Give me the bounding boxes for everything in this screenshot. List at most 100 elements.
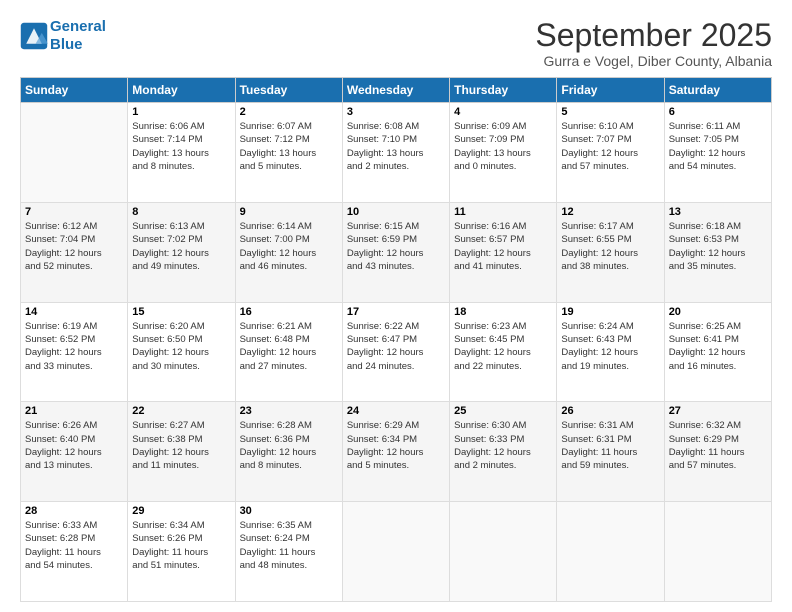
table-row: 3Sunrise: 6:08 AM Sunset: 7:10 PM Daylig… bbox=[342, 103, 449, 203]
day-info: Sunrise: 6:28 AM Sunset: 6:36 PM Dayligh… bbox=[240, 419, 338, 472]
day-number: 7 bbox=[25, 206, 123, 218]
day-number: 13 bbox=[669, 206, 767, 218]
logo-icon bbox=[20, 22, 48, 50]
table-row: 4Sunrise: 6:09 AM Sunset: 7:09 PM Daylig… bbox=[450, 103, 557, 203]
day-number: 25 bbox=[454, 405, 552, 417]
col-wednesday: Wednesday bbox=[342, 78, 449, 103]
table-row: 24 Sunrise: 6:29 AM Sunset: 6:34 PM Dayli… bbox=[342, 402, 449, 502]
header: General Blue September 2025 Gurra e Voge… bbox=[20, 18, 772, 69]
calendar-row: 1 Sunrise: 6:06 AM Sunset: 7:14 PM Daylig… bbox=[21, 103, 772, 203]
table-row: 20 Sunrise: 6:25 AM Sunset: 6:41 PM Dayli… bbox=[664, 302, 771, 402]
table-row: 6 Sunrise: 6:11 AM Sunset: 7:05 PM Daylig… bbox=[664, 103, 771, 203]
day-number: 3 bbox=[347, 106, 445, 118]
day-info: Sunrise: 6:31 AM Sunset: 6:31 PM Dayligh… bbox=[561, 419, 659, 472]
day-number: 26 bbox=[561, 405, 659, 417]
day-number: 24 bbox=[347, 405, 445, 417]
logo-line2: Blue bbox=[50, 36, 83, 53]
calendar-row: 14 Sunrise: 6:19 AM Sunset: 6:52 PM Dayli… bbox=[21, 302, 772, 402]
table-row: 13 Sunrise: 6:18 AM Sunset: 6:53 PM Dayli… bbox=[664, 202, 771, 302]
day-number: 21 bbox=[25, 405, 123, 417]
day-info: Sunrise: 6:18 AM Sunset: 6:53 PM Dayligh… bbox=[669, 220, 767, 273]
month-title: September 2025 bbox=[535, 18, 772, 53]
table-row: 14 Sunrise: 6:19 AM Sunset: 6:52 PM Dayli… bbox=[21, 302, 128, 402]
day-number: 9 bbox=[240, 206, 338, 218]
day-number: 16 bbox=[240, 306, 338, 318]
day-info: Sunrise: 6:35 AM Sunset: 6:24 PM Dayligh… bbox=[240, 519, 338, 572]
col-thursday: Thursday bbox=[450, 78, 557, 103]
day-info: Sunrise: 6:21 AM Sunset: 6:48 PM Dayligh… bbox=[240, 320, 338, 373]
day-number: 5 bbox=[561, 106, 659, 118]
day-info: Sunrise: 6:15 AM Sunset: 6:59 PM Dayligh… bbox=[347, 220, 445, 273]
table-row: 29 Sunrise: 6:34 AM Sunset: 6:26 PM Dayli… bbox=[128, 502, 235, 602]
day-info: Sunrise: 6:26 AM Sunset: 6:40 PM Dayligh… bbox=[25, 419, 123, 472]
col-saturday: Saturday bbox=[664, 78, 771, 103]
table-row bbox=[664, 502, 771, 602]
day-info: Sunrise: 6:12 AM Sunset: 7:04 PM Dayligh… bbox=[25, 220, 123, 273]
table-row: 16 Sunrise: 6:21 AM Sunset: 6:48 PM Dayli… bbox=[235, 302, 342, 402]
col-tuesday: Tuesday bbox=[235, 78, 342, 103]
day-info: Sunrise: 6:29 AM Sunset: 6:34 PM Dayligh… bbox=[347, 419, 445, 472]
table-row bbox=[342, 502, 449, 602]
title-block: September 2025 Gurra e Vogel, Diber Coun… bbox=[535, 18, 772, 69]
day-number: 28 bbox=[25, 505, 123, 517]
day-number: 30 bbox=[240, 505, 338, 517]
day-number: 17 bbox=[347, 306, 445, 318]
day-info: Sunrise: 6:34 AM Sunset: 6:26 PM Dayligh… bbox=[132, 519, 230, 572]
day-info: Sunrise: 6:19 AM Sunset: 6:52 PM Dayligh… bbox=[25, 320, 123, 373]
day-info: Sunrise: 6:24 AM Sunset: 6:43 PM Dayligh… bbox=[561, 320, 659, 373]
table-row bbox=[557, 502, 664, 602]
day-info: Sunrise: 6:23 AM Sunset: 6:45 PM Dayligh… bbox=[454, 320, 552, 373]
table-row: 23 Sunrise: 6:28 AM Sunset: 6:36 PM Dayli… bbox=[235, 402, 342, 502]
day-number: 14 bbox=[25, 306, 123, 318]
logo: General Blue bbox=[20, 18, 106, 54]
day-info: Sunrise: 6:10 AM Sunset: 7:07 PM Dayligh… bbox=[561, 120, 659, 173]
day-number: 1 bbox=[132, 106, 230, 118]
day-info: Sunrise: 6:13 AM Sunset: 7:02 PM Dayligh… bbox=[132, 220, 230, 273]
day-info: Sunrise: 6:25 AM Sunset: 6:41 PM Dayligh… bbox=[669, 320, 767, 373]
table-row: 10Sunrise: 6:15 AM Sunset: 6:59 PM Dayli… bbox=[342, 202, 449, 302]
table-row: 11 Sunrise: 6:16 AM Sunset: 6:57 PM Dayli… bbox=[450, 202, 557, 302]
day-number: 4 bbox=[454, 106, 552, 118]
day-info: Sunrise: 6:32 AM Sunset: 6:29 PM Dayligh… bbox=[669, 419, 767, 472]
table-row: 21 Sunrise: 6:26 AM Sunset: 6:40 PM Dayli… bbox=[21, 402, 128, 502]
table-row bbox=[21, 103, 128, 203]
day-info: Sunrise: 6:30 AM Sunset: 6:33 PM Dayligh… bbox=[454, 419, 552, 472]
day-number: 6 bbox=[669, 106, 767, 118]
logo-text: General Blue bbox=[50, 18, 106, 54]
day-info: Sunrise: 6:16 AM Sunset: 6:57 PM Dayligh… bbox=[454, 220, 552, 273]
day-number: 19 bbox=[561, 306, 659, 318]
day-info: Sunrise: 6:33 AM Sunset: 6:28 PM Dayligh… bbox=[25, 519, 123, 572]
day-info: Sunrise: 6:20 AM Sunset: 6:50 PM Dayligh… bbox=[132, 320, 230, 373]
calendar-row: 7 Sunrise: 6:12 AM Sunset: 7:04 PM Daylig… bbox=[21, 202, 772, 302]
logo-line1: General bbox=[50, 18, 106, 35]
day-number: 20 bbox=[669, 306, 767, 318]
table-row: 9Sunrise: 6:14 AM Sunset: 7:00 PM Daylig… bbox=[235, 202, 342, 302]
table-row: 27 Sunrise: 6:32 AM Sunset: 6:29 PM Dayli… bbox=[664, 402, 771, 502]
table-row: 26 Sunrise: 6:31 AM Sunset: 6:31 PM Dayli… bbox=[557, 402, 664, 502]
table-row: 15 Sunrise: 6:20 AM Sunset: 6:50 PM Dayli… bbox=[128, 302, 235, 402]
location-title: Gurra e Vogel, Diber County, Albania bbox=[535, 53, 772, 69]
day-number: 8 bbox=[132, 206, 230, 218]
calendar-table: Sunday Monday Tuesday Wednesday Thursday… bbox=[20, 77, 772, 602]
col-monday: Monday bbox=[128, 78, 235, 103]
calendar-row: 21 Sunrise: 6:26 AM Sunset: 6:40 PM Dayli… bbox=[21, 402, 772, 502]
page: General Blue September 2025 Gurra e Voge… bbox=[0, 0, 792, 612]
day-info: Sunrise: 6:11 AM Sunset: 7:05 PM Dayligh… bbox=[669, 120, 767, 173]
table-row: 2Sunrise: 6:07 AM Sunset: 7:12 PM Daylig… bbox=[235, 103, 342, 203]
day-number: 11 bbox=[454, 206, 552, 218]
table-row: 19 Sunrise: 6:24 AM Sunset: 6:43 PM Dayli… bbox=[557, 302, 664, 402]
header-row: Sunday Monday Tuesday Wednesday Thursday… bbox=[21, 78, 772, 103]
day-number: 27 bbox=[669, 405, 767, 417]
day-info: Sunrise: 6:07 AM Sunset: 7:12 PM Dayligh… bbox=[240, 120, 338, 173]
day-number: 15 bbox=[132, 306, 230, 318]
col-sunday: Sunday bbox=[21, 78, 128, 103]
day-number: 29 bbox=[132, 505, 230, 517]
table-row: 22Sunrise: 6:27 AM Sunset: 6:38 PM Dayli… bbox=[128, 402, 235, 502]
table-row: 30 Sunrise: 6:35 AM Sunset: 6:24 PM Dayli… bbox=[235, 502, 342, 602]
calendar-row: 28 Sunrise: 6:33 AM Sunset: 6:28 PM Dayli… bbox=[21, 502, 772, 602]
day-number: 23 bbox=[240, 405, 338, 417]
table-row: 1 Sunrise: 6:06 AM Sunset: 7:14 PM Daylig… bbox=[128, 103, 235, 203]
day-number: 22 bbox=[132, 405, 230, 417]
table-row: 28 Sunrise: 6:33 AM Sunset: 6:28 PM Dayli… bbox=[21, 502, 128, 602]
day-info: Sunrise: 6:06 AM Sunset: 7:14 PM Dayligh… bbox=[132, 120, 230, 173]
